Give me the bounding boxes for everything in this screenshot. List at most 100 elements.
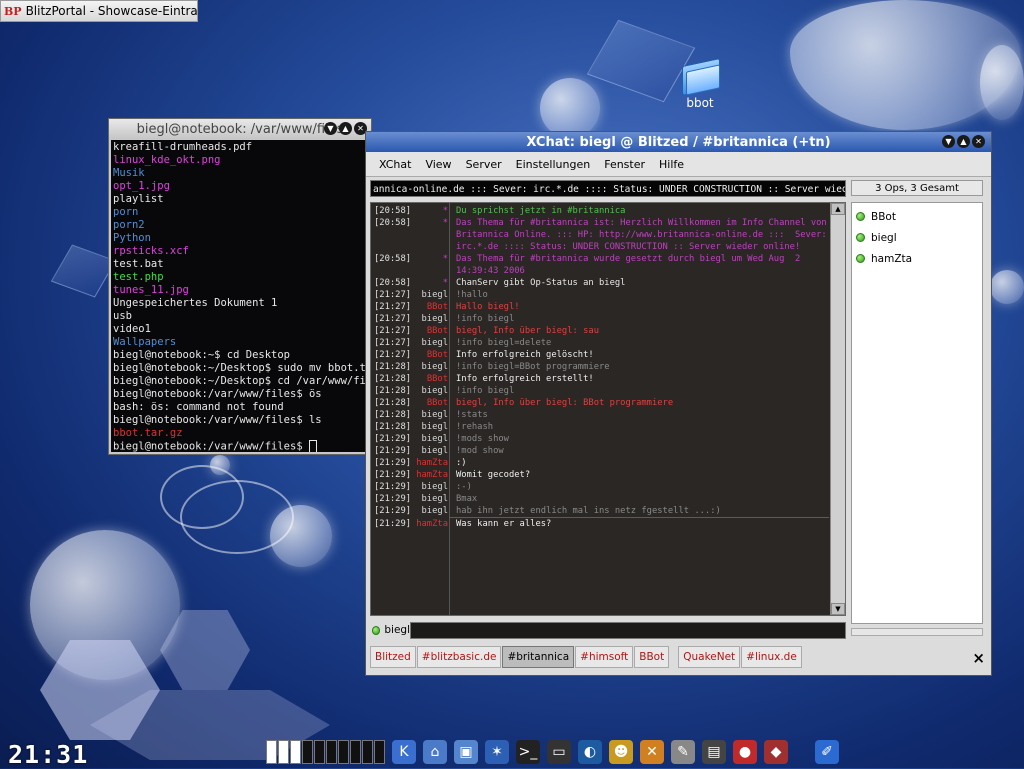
message-nick[interactable]: BBot (414, 373, 452, 385)
terminal-line: Musik (113, 167, 145, 179)
message-nick[interactable]: hamZta (414, 457, 452, 469)
chat-message: [21:28] biegl !info biegl (371, 385, 829, 397)
monitor-icon[interactable]: ▭ (547, 740, 571, 764)
terminal-icon[interactable]: >_ (516, 740, 540, 764)
user-list-item[interactable]: BBot (852, 206, 982, 227)
menu-view[interactable]: View (425, 158, 451, 171)
message-nick[interactable]: biegl (414, 421, 452, 433)
channel-tab[interactable]: Blitzed (370, 646, 416, 668)
message-text: Bmax (456, 494, 478, 504)
channel-tab[interactable]: #himsoft (575, 646, 634, 668)
message-nick[interactable]: biegl (414, 337, 452, 349)
display-icon[interactable]: ▤ (702, 740, 726, 764)
message-nick[interactable]: * (414, 277, 452, 289)
desktop-pager-cell[interactable] (350, 740, 361, 764)
chat-message: [20:58] * Du sprichst jetzt in #britannica (371, 205, 829, 217)
konqueror-icon[interactable]: ⌂ (423, 740, 447, 764)
message-nick[interactable]: hamZta (414, 518, 452, 530)
user-icon[interactable]: ☻ (609, 740, 633, 764)
message-nick[interactable]: * (414, 253, 452, 277)
desktop-pager-cell[interactable] (302, 740, 313, 764)
channel-tab[interactable]: #britannica (502, 646, 575, 668)
network-icon[interactable]: ▣ (454, 740, 478, 764)
editor-icon[interactable]: ✎ (671, 740, 695, 764)
minimize-icon[interactable]: ▼ (942, 135, 955, 148)
terminal-line: biegl@notebook:/var/www/files$ (113, 440, 367, 452)
desktop-pager-cell[interactable] (338, 740, 349, 764)
desktop-pager-cell[interactable] (326, 740, 337, 764)
channel-tab[interactable]: BBot (634, 646, 670, 668)
terminal-line: biegl@notebook:~/Desktop$ sudo mv bbot.t… (113, 362, 369, 374)
xchat-titlebar[interactable]: XChat: biegl @ Blitzed / #britannica (+t… (366, 132, 991, 152)
desktop-pager-cell[interactable] (278, 740, 289, 764)
xchat-window[interactable]: XChat: biegl @ Blitzed / #britannica (+t… (365, 131, 992, 676)
message-nick[interactable]: biegl (414, 385, 452, 397)
channel-tab[interactable]: #blitzbasic.de (416, 646, 502, 668)
message-nick[interactable]: biegl (414, 313, 452, 325)
menu-fenster[interactable]: Fenster (604, 158, 645, 171)
chat-scrollbar[interactable]: ▲ ▼ (830, 203, 845, 615)
channel-tab[interactable]: QuakeNet (678, 646, 741, 668)
menu-hilfe[interactable]: Hilfe (659, 158, 684, 171)
desktop-pager-cell[interactable] (314, 740, 325, 764)
message-nick[interactable]: biegl (414, 493, 452, 505)
terminal-line: biegl@notebook:~$ cd Desktop (113, 349, 291, 361)
message-nick[interactable]: * (414, 205, 452, 217)
maximize-icon[interactable]: ▲ (339, 122, 352, 135)
menu-xchat[interactable]: XChat (379, 158, 411, 171)
topic-bar[interactable]: annica-online.de ::: Sever: irc.*.de :::… (370, 180, 846, 197)
message-nick[interactable]: biegl (414, 505, 452, 517)
maximize-icon[interactable]: ▲ (957, 135, 970, 148)
game-icon[interactable]: ● (733, 740, 757, 764)
menu-einstellungen[interactable]: Einstellungen (516, 158, 591, 171)
close-icon[interactable]: ✕ (972, 135, 985, 148)
desktop-pager-cell[interactable] (266, 740, 277, 764)
terminal-line: opt_1.jpg (113, 180, 170, 192)
scroll-down-icon[interactable]: ▼ (831, 603, 845, 615)
desktop-pager-cell[interactable] (374, 740, 385, 764)
message-nick[interactable]: biegl (414, 289, 452, 301)
message-text: Das Thema für #britannica wurde gesetzt … (456, 254, 806, 276)
message-nick[interactable]: biegl (414, 481, 452, 493)
terminal-window[interactable]: biegl@notebook: /var/www/files ▼ ▲ ✕ kre… (108, 118, 372, 455)
op-status-icon (372, 625, 381, 635)
user-list-item[interactable]: hamZta (852, 248, 982, 269)
browser-icon[interactable]: ◐ (578, 740, 602, 764)
message-nick[interactable]: BBot (414, 325, 452, 337)
chat-text-area[interactable]: [20:58] * Du sprichst jetzt in #britannica… (370, 202, 846, 616)
message-nick[interactable]: BBot (414, 349, 452, 361)
message-nick[interactable]: biegl (414, 409, 452, 421)
terminal-titlebar[interactable]: biegl@notebook: /var/www/files ▼ ▲ ✕ (109, 119, 371, 139)
tools-icon[interactable]: ✕ (640, 740, 664, 764)
userlist-splitter[interactable] (851, 628, 983, 636)
kmenu-icon[interactable]: K (392, 740, 416, 764)
user-list[interactable]: BBot biegl hamZta (851, 202, 983, 624)
scroll-up-icon[interactable]: ▲ (831, 203, 845, 215)
nick-button[interactable]: biegl (370, 624, 410, 636)
message-input[interactable] (410, 621, 846, 639)
terminal-line: tunes_11.jpg (113, 284, 189, 296)
message-nick[interactable]: biegl (414, 361, 452, 373)
package-icon[interactable]: ◆ (764, 740, 788, 764)
close-tab-button[interactable]: × (972, 649, 985, 667)
message-nick[interactable]: biegl (414, 433, 452, 445)
desktop-icon-bbot[interactable]: bbot (670, 57, 730, 110)
message-nick[interactable]: BBot (414, 397, 452, 409)
user-list-item[interactable]: biegl (852, 227, 982, 248)
desktop-pager-cell[interactable] (362, 740, 373, 764)
panel-clock[interactable]: 21:31 (8, 740, 88, 769)
desktop-pager-cell[interactable] (290, 740, 301, 764)
menu-server[interactable]: Server (466, 158, 502, 171)
channel-tab[interactable]: #linux.de (741, 646, 802, 668)
message-nick[interactable]: hamZta (414, 469, 452, 481)
message-text: Womit gecodet? (456, 470, 531, 480)
message-nick[interactable]: BBot (414, 301, 452, 313)
message-timestamp: [21:28] (374, 410, 412, 420)
taskbar-window-button[interactable]: BP BlitzPortal - Showcase-Eintrag (0, 0, 198, 22)
minimize-icon[interactable]: ▼ (324, 122, 337, 135)
settings-icon[interactable]: ✶ (485, 740, 509, 764)
cleaner-icon[interactable]: ✐ (815, 740, 839, 764)
terminal-output[interactable]: kreafill-drumheads.pdf linux_kde_okt.png M… (111, 140, 369, 452)
message-nick[interactable]: biegl (414, 445, 452, 457)
message-nick[interactable]: * (414, 217, 452, 253)
